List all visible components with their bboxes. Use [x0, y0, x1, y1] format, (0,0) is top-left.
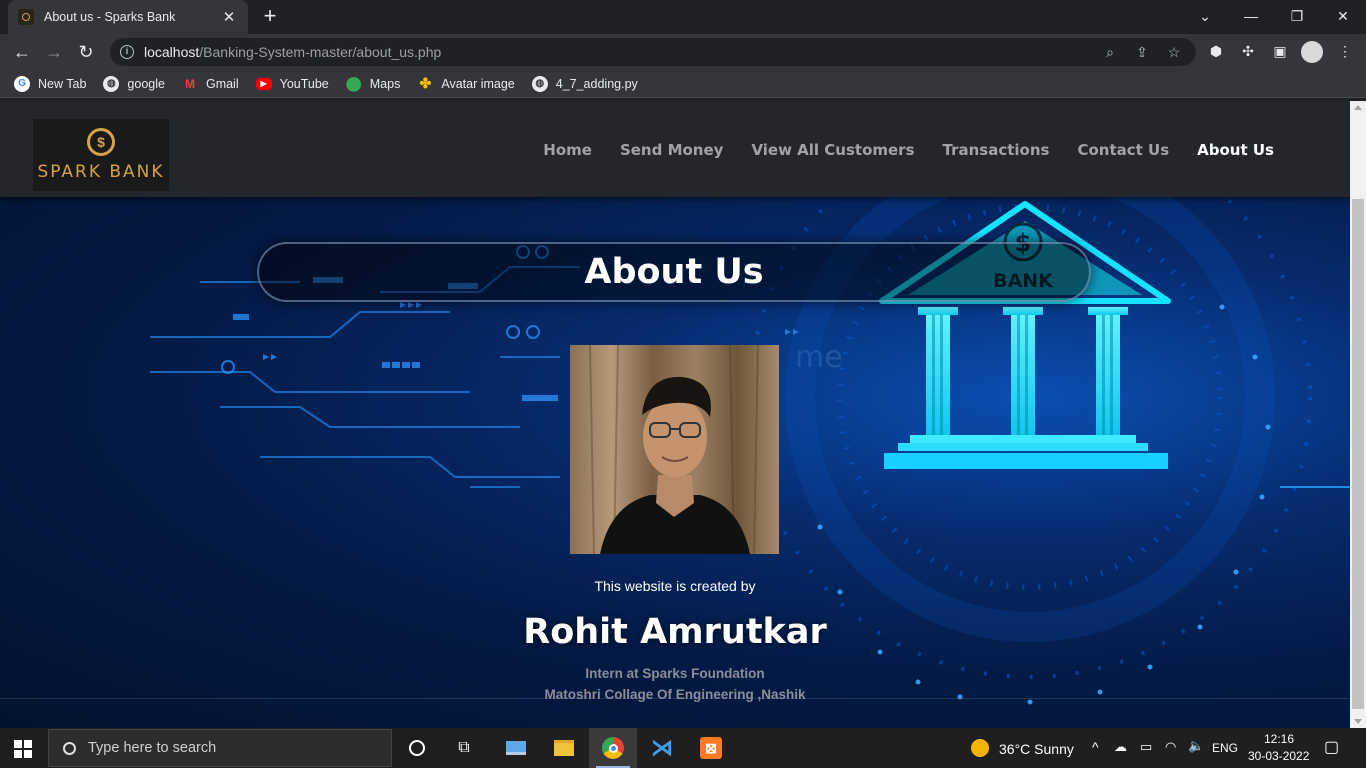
file-explorer-icon[interactable]	[550, 734, 578, 762]
site-info-icon[interactable]: i	[120, 45, 134, 59]
nav-about-us[interactable]: About Us	[1197, 141, 1274, 159]
xampp-icon[interactable]: ⊠	[697, 734, 725, 762]
search-placeholder: Type here to search	[88, 740, 217, 756]
nav-contact-us[interactable]: Contact Us	[1077, 141, 1169, 159]
reload-button[interactable]: ↻	[72, 38, 100, 66]
tab-title: About us - Sparks Bank	[44, 10, 176, 24]
bookmark-label: Maps	[369, 76, 401, 91]
new-tab-button[interactable]: +	[258, 4, 282, 28]
created-by-text: This website is created by	[594, 578, 756, 594]
battery-icon[interactable]: ▭	[1140, 739, 1152, 755]
cortana-icon[interactable]	[403, 734, 431, 762]
bookmark-gmail[interactable]: M Gmail	[182, 76, 239, 92]
windows-start-icon[interactable]	[14, 740, 32, 758]
author-photo	[570, 345, 779, 554]
scroll-down-icon[interactable]	[1354, 719, 1362, 724]
tab-close-icon[interactable]: ✕	[220, 8, 238, 26]
bookmark-label: YouTube	[279, 76, 329, 91]
extension-cube-icon[interactable]: ⬢	[1207, 42, 1225, 60]
bookmark-label: New Tab	[38, 76, 87, 91]
logo-text: SPARK BANK	[37, 162, 165, 182]
browser-tab[interactable]: About us - Sparks Bank ✕	[8, 0, 248, 34]
weather-text[interactable]: 36°C Sunny	[999, 741, 1074, 757]
browser-tab-bar: About us - Sparks Bank ✕ + ⌄ — ❐ ✕	[0, 0, 1366, 34]
browser-toolbar: ← → ↻ i localhost/Banking-System-master/…	[0, 34, 1366, 70]
profile-avatar[interactable]	[1301, 41, 1323, 63]
globe-icon: ◍	[531, 75, 548, 92]
bookmark-maps[interactable]: ⬤ Maps	[345, 75, 401, 92]
pinwheel-icon: ✤	[419, 75, 432, 91]
tab-search-icon[interactable]: ⌄	[1182, 0, 1228, 32]
main-menu: Home Send Money View All Customers Trans…	[515, 141, 1274, 159]
bookmark-label: Avatar image	[441, 76, 515, 91]
menu-kebab-icon[interactable]: ⋮	[1336, 42, 1354, 60]
bank-building-graphic: $ BANK	[879, 201, 1171, 469]
author-name: Rohit Amrutkar	[523, 612, 827, 652]
scrollbar-thumb[interactable]	[1352, 199, 1364, 709]
bookmark-label: google	[127, 76, 165, 91]
footer-divider	[0, 698, 1350, 699]
clock-date[interactable]: 30-03-2022	[1248, 749, 1309, 763]
bookmark-youtube[interactable]: ▶ YouTube	[255, 76, 329, 91]
forward-button[interactable]: →	[40, 38, 68, 66]
vscode-icon[interactable]: ⋊	[648, 734, 676, 762]
language-indicator[interactable]: ENG	[1212, 741, 1238, 755]
page-viewport: me $ SPARK BANK Home Send Money View All…	[0, 101, 1350, 728]
nav-view-all-customers[interactable]: View All Customers	[751, 141, 914, 159]
nav-transactions[interactable]: Transactions	[943, 141, 1050, 159]
author-role: Intern at Sparks Foundation	[585, 666, 765, 681]
laptop-app-icon[interactable]	[502, 734, 530, 762]
zoom-icon[interactable]: ⌕	[1102, 44, 1118, 60]
weather-sun-icon[interactable]	[966, 734, 994, 762]
page-title: About Us	[584, 252, 764, 292]
site-navbar: $ SPARK BANK Home Send Money View All Cu…	[0, 101, 1350, 197]
bookmark-star-icon[interactable]: ☆	[1166, 44, 1182, 60]
globe-icon: ◍	[103, 75, 120, 92]
nav-home[interactable]: Home	[543, 141, 592, 159]
notifications-icon[interactable]: ▢	[1324, 737, 1339, 757]
side-panel-icon[interactable]: ▣	[1271, 42, 1289, 60]
restore-button[interactable]: ❐	[1274, 0, 1320, 32]
taskbar-search-box[interactable]: Type here to search	[48, 729, 392, 767]
volume-icon[interactable]: 🔈	[1188, 738, 1204, 754]
search-icon	[63, 741, 76, 755]
url-text: localhost/Banking-System-master/about_us…	[144, 44, 442, 60]
scroll-up-icon[interactable]	[1354, 105, 1362, 110]
minimize-button[interactable]: —	[1228, 0, 1274, 32]
google-icon: G	[14, 75, 30, 92]
wifi-icon[interactable]: ◠	[1165, 739, 1176, 755]
close-window-button[interactable]: ✕	[1320, 0, 1366, 32]
bookmark-new-tab[interactable]: G New Tab	[14, 75, 87, 92]
bookmark-4-7-adding[interactable]: ◍ 4_7_adding.py	[531, 75, 638, 92]
nav-send-money[interactable]: Send Money	[620, 141, 723, 159]
address-bar[interactable]: i localhost/Banking-System-master/about_…	[110, 38, 1196, 66]
tab-favicon-icon	[18, 9, 34, 25]
bookmark-label: Gmail	[205, 76, 239, 91]
bookmark-avatar-image[interactable]: ✤ Avatar image	[417, 75, 515, 92]
bookmark-google[interactable]: ◍ google	[103, 75, 165, 92]
spark-bank-logo[interactable]: $ SPARK BANK	[33, 119, 169, 191]
bookmark-label: 4_7_adding.py	[555, 76, 638, 91]
page-scrollbar[interactable]	[1350, 101, 1366, 728]
maps-icon: ⬤	[345, 75, 362, 91]
share-icon[interactable]: ⇪	[1134, 44, 1150, 60]
windows-taskbar: Type here to search ⧉ ⋊ ⊠ 36°C Sunny ^ ☁…	[0, 728, 1366, 768]
back-button[interactable]: ←	[8, 38, 36, 66]
tray-chevron-up-icon[interactable]: ^	[1092, 739, 1099, 755]
chrome-icon[interactable]	[599, 734, 627, 762]
gmail-icon: M	[184, 76, 195, 91]
onedrive-cloud-icon[interactable]: ☁	[1114, 739, 1127, 755]
bookmarks-bar: G New Tab ◍ google M Gmail ▶ YouTube ⬤ M…	[0, 70, 1366, 98]
extensions-puzzle-icon[interactable]: ✣	[1239, 42, 1257, 60]
page-title-banner: About Us	[257, 242, 1091, 302]
author-college: Matoshri Collage Of Engineering ,Nashik	[544, 687, 806, 702]
task-view-icon[interactable]: ⧉	[450, 734, 478, 762]
coin-icon: $	[87, 128, 115, 156]
youtube-icon: ▶	[255, 77, 272, 90]
clock-time[interactable]: 12:16	[1264, 732, 1294, 746]
